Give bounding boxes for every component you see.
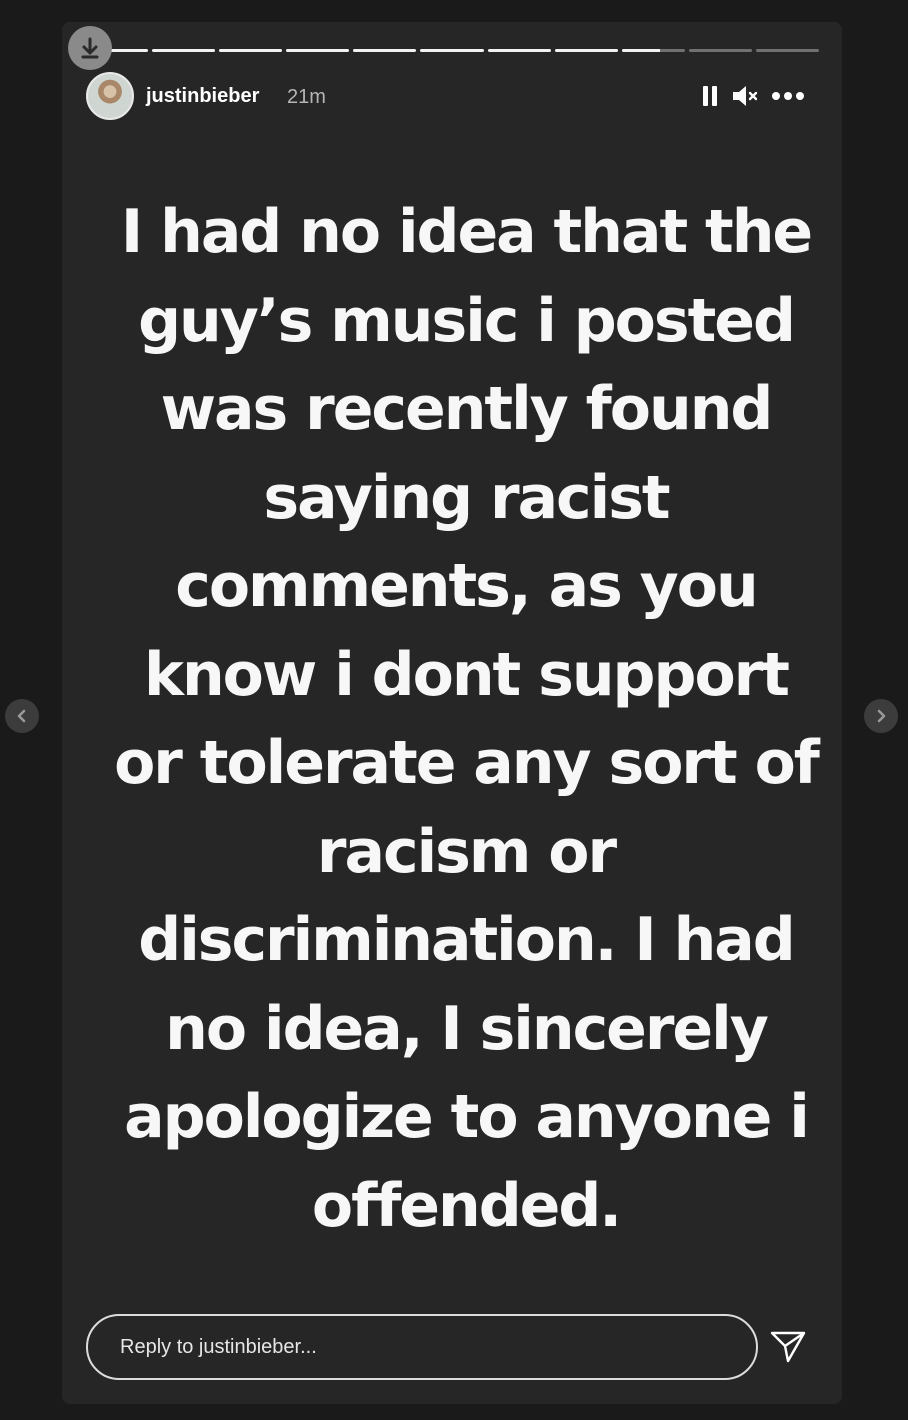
chevron-left-icon [17,709,26,723]
previous-story-button[interactable] [5,699,39,733]
download-icon[interactable] [68,26,112,70]
progress-segment-fill [554,49,618,52]
more-options-icon[interactable] [770,82,806,110]
story-username[interactable]: justinbieber [146,85,259,108]
progress-segment-fill [353,49,417,52]
progress-segment-fill [621,49,660,52]
progress-segment-fill [219,49,283,52]
pause-icon[interactable] [700,82,720,110]
download-arrow-icon [81,37,99,59]
progress-segment-fill [152,49,216,52]
send-icon[interactable] [770,1330,806,1364]
story-progress-bar [85,49,820,52]
mute-icon[interactable] [730,82,762,110]
reply-input[interactable] [86,1314,758,1380]
progress-segment [487,49,551,52]
progress-segment-fill [420,49,484,52]
chevron-right-icon [877,709,886,723]
progress-segment [353,49,417,52]
progress-segment [286,49,350,52]
progress-segment [621,49,685,52]
progress-segment [219,49,283,52]
progress-segment-fill [487,49,551,52]
progress-segment [152,49,216,52]
progress-segment [420,49,484,52]
avatar[interactable] [86,72,134,120]
next-story-button[interactable] [864,699,898,733]
story-timestamp: 21m [287,86,326,108]
progress-segment-fill [286,49,350,52]
progress-segment [554,49,618,52]
progress-segment [755,49,820,52]
story-caption-text: I had no idea that the guy’s music i pos… [114,197,820,1241]
progress-segment [688,49,752,52]
